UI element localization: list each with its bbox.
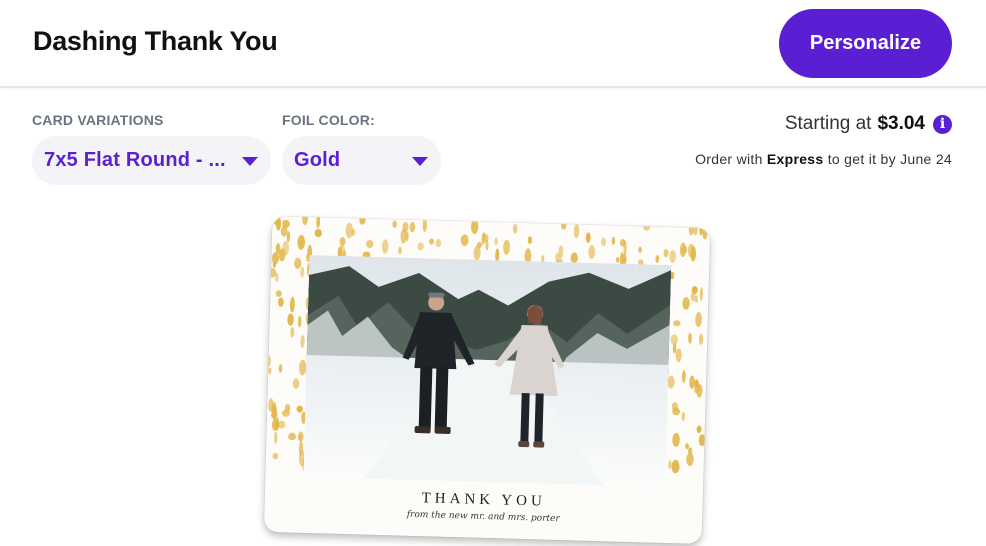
info-icon[interactable]: i <box>933 114 952 134</box>
foil-color-select[interactable]: Gold <box>282 136 441 185</box>
express-text-before: Order with <box>695 151 763 167</box>
card-variations-select[interactable]: 7x5 Flat Round - ... <box>32 136 271 185</box>
page-title: Dashing Thank You <box>33 26 278 56</box>
card-front: THANK YOU from the new mr. and mrs. port… <box>263 215 711 545</box>
card-variations-value: 7x5 Flat Round - ... <box>44 149 226 171</box>
foil-color-label: FOIL COLOR: <box>282 112 375 128</box>
price-amount: $3.04 <box>877 113 925 134</box>
price-prefix: Starting at <box>784 113 872 134</box>
card-variations-label: CARD VARIATIONS <box>32 112 164 128</box>
foil-color-value: Gold <box>294 149 341 171</box>
personalize-button[interactable]: Personalize <box>779 9 952 78</box>
express-word: Express <box>766 151 824 167</box>
card-preview: THANK YOU from the new mr. and mrs. port… <box>263 215 711 546</box>
express-text-after: to get it by June 24 <box>827 151 952 167</box>
header-bar: Dashing Thank You Personalize <box>0 0 986 88</box>
couple-photo <box>303 254 672 488</box>
chevron-down-icon <box>242 157 258 166</box>
chevron-down-icon <box>412 157 428 166</box>
starting-price: Starting at $3.04 i <box>785 113 952 135</box>
express-shipping-note: Order with Express to get it by June 24 <box>695 151 952 167</box>
